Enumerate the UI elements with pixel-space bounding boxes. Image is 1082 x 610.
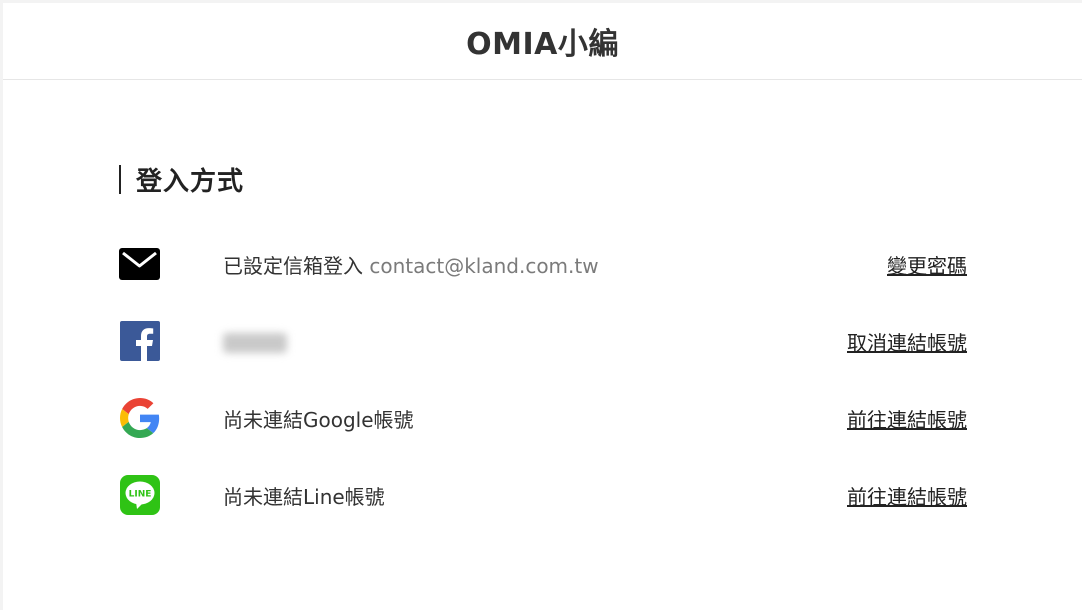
link-google-link[interactable]: 前往連結帳號 [847,404,967,433]
email-login-status: 已設定信箱登入 contact@kland.com.tw [223,250,887,279]
login-method-line: LINE 尚未連結Line帳號 前往連結帳號 [119,474,967,516]
line-icon-text: LINE [128,490,151,500]
login-method-facebook: 取消連結帳號 [119,320,967,362]
page-header: OMIA小編 [3,3,1082,80]
email-login-label: 已設定信箱登入 [223,253,363,278]
section-heading-text: 登入方式 [136,167,245,197]
change-password-link[interactable]: 變更密碼 [887,250,967,279]
login-method-google: 尚未連結Google帳號 前往連結帳號 [119,397,967,439]
unlink-facebook-link[interactable]: 取消連結帳號 [847,327,967,356]
facebook-icon [119,321,160,362]
google-icon [119,398,160,439]
section-heading-bar [119,165,121,194]
login-method-email: 已設定信箱登入 contact@kland.com.tw 變更密碼 [119,243,967,285]
section-heading: 登入方式 [119,161,244,198]
email-address: contact@kland.com.tw [369,253,599,278]
mail-icon [119,244,160,285]
page-title: OMIA小編 [466,27,619,62]
google-link-status: 尚未連結Google帳號 [223,407,414,432]
page-frame: OMIA小編 登入方式 已設定信箱登入 contact@kland.com.tw… [3,3,1082,610]
facebook-account-name [223,329,847,353]
facebook-account-name-blurred [223,332,287,353]
line-link-status: 尚未連結Line帳號 [223,484,385,509]
link-line-link[interactable]: 前往連結帳號 [847,481,967,510]
line-icon: LINE [119,475,160,516]
